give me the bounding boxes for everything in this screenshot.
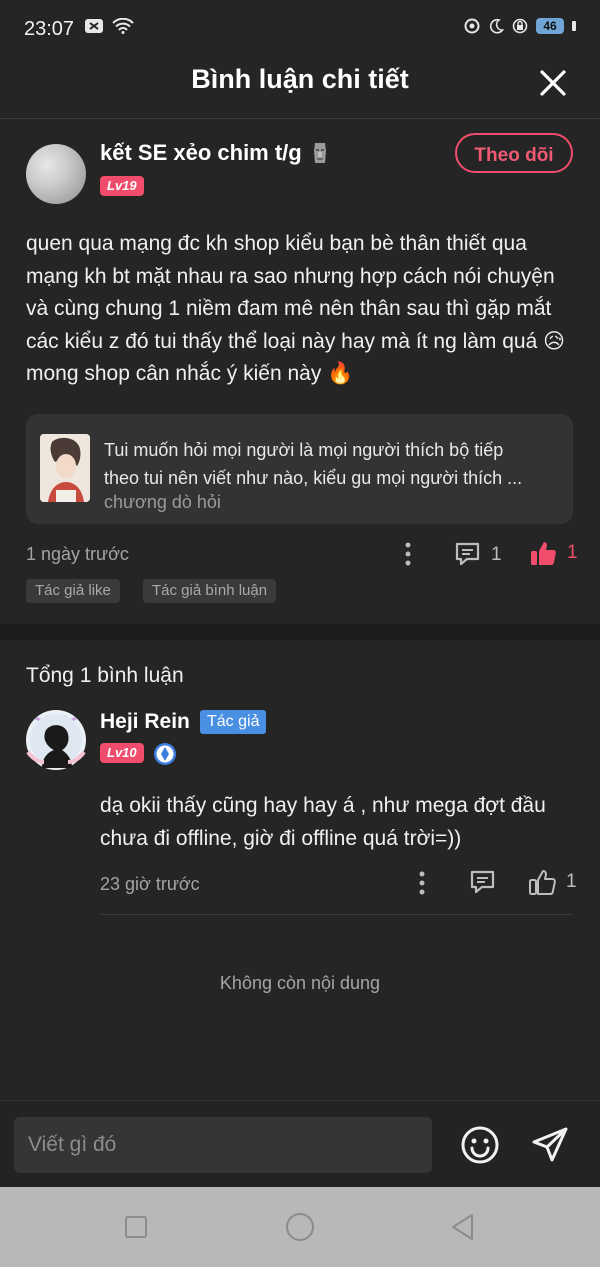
header-divider <box>0 118 600 119</box>
nav-home-icon[interactable] <box>285 1212 315 1242</box>
tag-author-like: Tác giả like <box>26 579 120 603</box>
reply-like-count: 1 <box>566 871 577 892</box>
like-icon <box>529 870 556 895</box>
author-badge: Tác giả <box>200 710 267 734</box>
reply-count: 1 <box>491 543 502 565</box>
quote-line-1: Tui muốn hỏi mọi người là mọi người thíc… <box>104 440 504 460</box>
reply-divider <box>100 914 573 915</box>
comment-input[interactable] <box>14 1117 432 1173</box>
battery-indicator: 46 <box>536 18 564 34</box>
like-count: 1 <box>567 542 578 563</box>
comment-input-bar <box>0 1100 600 1187</box>
avatar[interactable] <box>26 144 86 204</box>
comment-text: quen qua mạng đc kh shop kiểu bạn bè thâ… <box>26 232 566 385</box>
section-separator <box>0 624 600 640</box>
status-bar: 23:07 46 <box>0 0 600 60</box>
comment-time: 1 ngày trước <box>26 544 129 564</box>
comment-icon <box>455 542 480 566</box>
close-icon[interactable] <box>534 64 572 102</box>
like-icon <box>531 542 556 565</box>
notification-icon <box>85 19 103 33</box>
total-comments: Tổng 1 bình luận <box>26 664 184 687</box>
avatar[interactable] <box>22 706 90 774</box>
end-of-content: Không còn nội dung <box>219 973 381 993</box>
send-icon[interactable] <box>530 1125 570 1165</box>
more-icon[interactable] <box>401 541 415 567</box>
page-title: Bình luận chi tiết <box>191 64 409 94</box>
chapter-thumbnail <box>40 434 90 502</box>
moon-icon <box>489 18 504 34</box>
reply-text: dạ okii thấy cũng hay hay á , như mega đ… <box>100 794 546 850</box>
follow-button[interactable]: Theo dõi <box>455 133 573 173</box>
verified-icon <box>154 743 176 765</box>
data-saver-icon <box>464 18 480 34</box>
status-right-icons: 46 <box>464 18 576 34</box>
quote-line-2: theo tui nên viết như nào, kiểu gu mọi n… <box>104 468 523 488</box>
nav-back-icon[interactable] <box>450 1213 476 1241</box>
comment-icon[interactable] <box>469 869 496 896</box>
lock-icon <box>512 18 528 34</box>
quoted-chapter-card[interactable]: Tui muốn hỏi mọi người là mọi người thíc… <box>26 414 573 524</box>
level-badge: Lv19 <box>100 176 144 196</box>
reply-author-name[interactable]: Heji Rein <box>100 710 190 734</box>
comment-author[interactable]: kết SE xẻo chim t/g <box>100 140 330 166</box>
like-action[interactable]: 1 <box>529 539 578 567</box>
quote-text: Tui muốn hỏi mọi người là mọi người thíc… <box>104 436 559 492</box>
level-badge: Lv10 <box>100 743 144 763</box>
status-time: 23:07 <box>24 18 75 40</box>
moai-emoji-icon <box>313 143 326 163</box>
system-nav-bar <box>0 1187 600 1267</box>
emoji-icon[interactable] <box>460 1125 500 1165</box>
reply-time: 23 giờ trước <box>100 874 200 894</box>
reply-action[interactable]: 1 <box>454 541 502 568</box>
tag-author-comment: Tác giả bình luận <box>143 579 277 603</box>
nav-recent-icon[interactable] <box>124 1215 148 1239</box>
battery-tip-icon <box>572 21 576 31</box>
more-icon[interactable] <box>415 870 429 896</box>
status-left-icons <box>84 18 134 34</box>
comment-author-name: kết SE xẻo chim t/g <box>100 140 302 165</box>
wifi-icon <box>112 18 134 34</box>
reply-like-action[interactable]: 1 <box>528 868 577 896</box>
quote-chapter-name: chương dò hỏi <box>104 492 221 512</box>
chapter-thumbnail-art <box>40 434 90 502</box>
